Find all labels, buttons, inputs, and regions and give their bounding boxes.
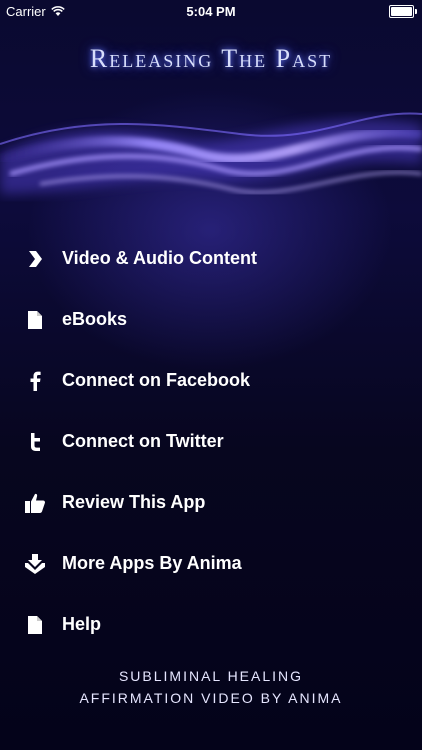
facebook-icon — [24, 370, 46, 392]
menu-item-label: Video & Audio Content — [62, 248, 257, 268]
menu-item-label: Connect on Twitter — [62, 431, 224, 451]
menu-item-label: Review This App — [62, 492, 206, 512]
chevron-right-icon — [24, 248, 46, 270]
download-box-icon — [24, 553, 46, 575]
menu-item-twitter[interactable]: Connect on Twitter — [0, 411, 422, 472]
menu-item-video-audio[interactable]: Video & Audio Content — [0, 228, 422, 289]
menu-item-more-apps[interactable]: More Apps By Anima — [0, 533, 422, 594]
menu-item-label: Connect on Facebook — [62, 370, 251, 390]
menu-item-ebooks[interactable]: eBooks — [0, 289, 422, 350]
app-title: Releasing The Past — [89, 44, 333, 73]
battery-icon — [389, 5, 417, 18]
footer-line-1: Subliminal Healing — [118, 668, 304, 684]
menu-item-review[interactable]: Review This App — [0, 472, 422, 533]
menu-item-label: More Apps By Anima — [62, 553, 242, 573]
twitter-icon — [24, 431, 46, 453]
document-icon — [24, 614, 46, 636]
energy-wave-image — [0, 112, 422, 194]
menu-item-label: eBooks — [62, 309, 128, 329]
status-bar: Carrier 5:04 PM — [0, 0, 422, 22]
document-icon — [24, 309, 46, 331]
footer-tagline: Subliminal Healing Affirmation Video by … — [0, 665, 422, 709]
menu-item-help[interactable]: Help — [0, 594, 422, 655]
menu-item-label: Help — [62, 614, 102, 634]
status-time: 5:04 PM — [186, 4, 236, 19]
main-menu: Video & Audio Content eBooks Connect on … — [0, 228, 422, 655]
footer-line-2: Affirmation Video by Anima — [79, 690, 343, 706]
menu-item-facebook[interactable]: Connect on Facebook — [0, 350, 422, 411]
thumbs-up-icon — [24, 492, 46, 514]
